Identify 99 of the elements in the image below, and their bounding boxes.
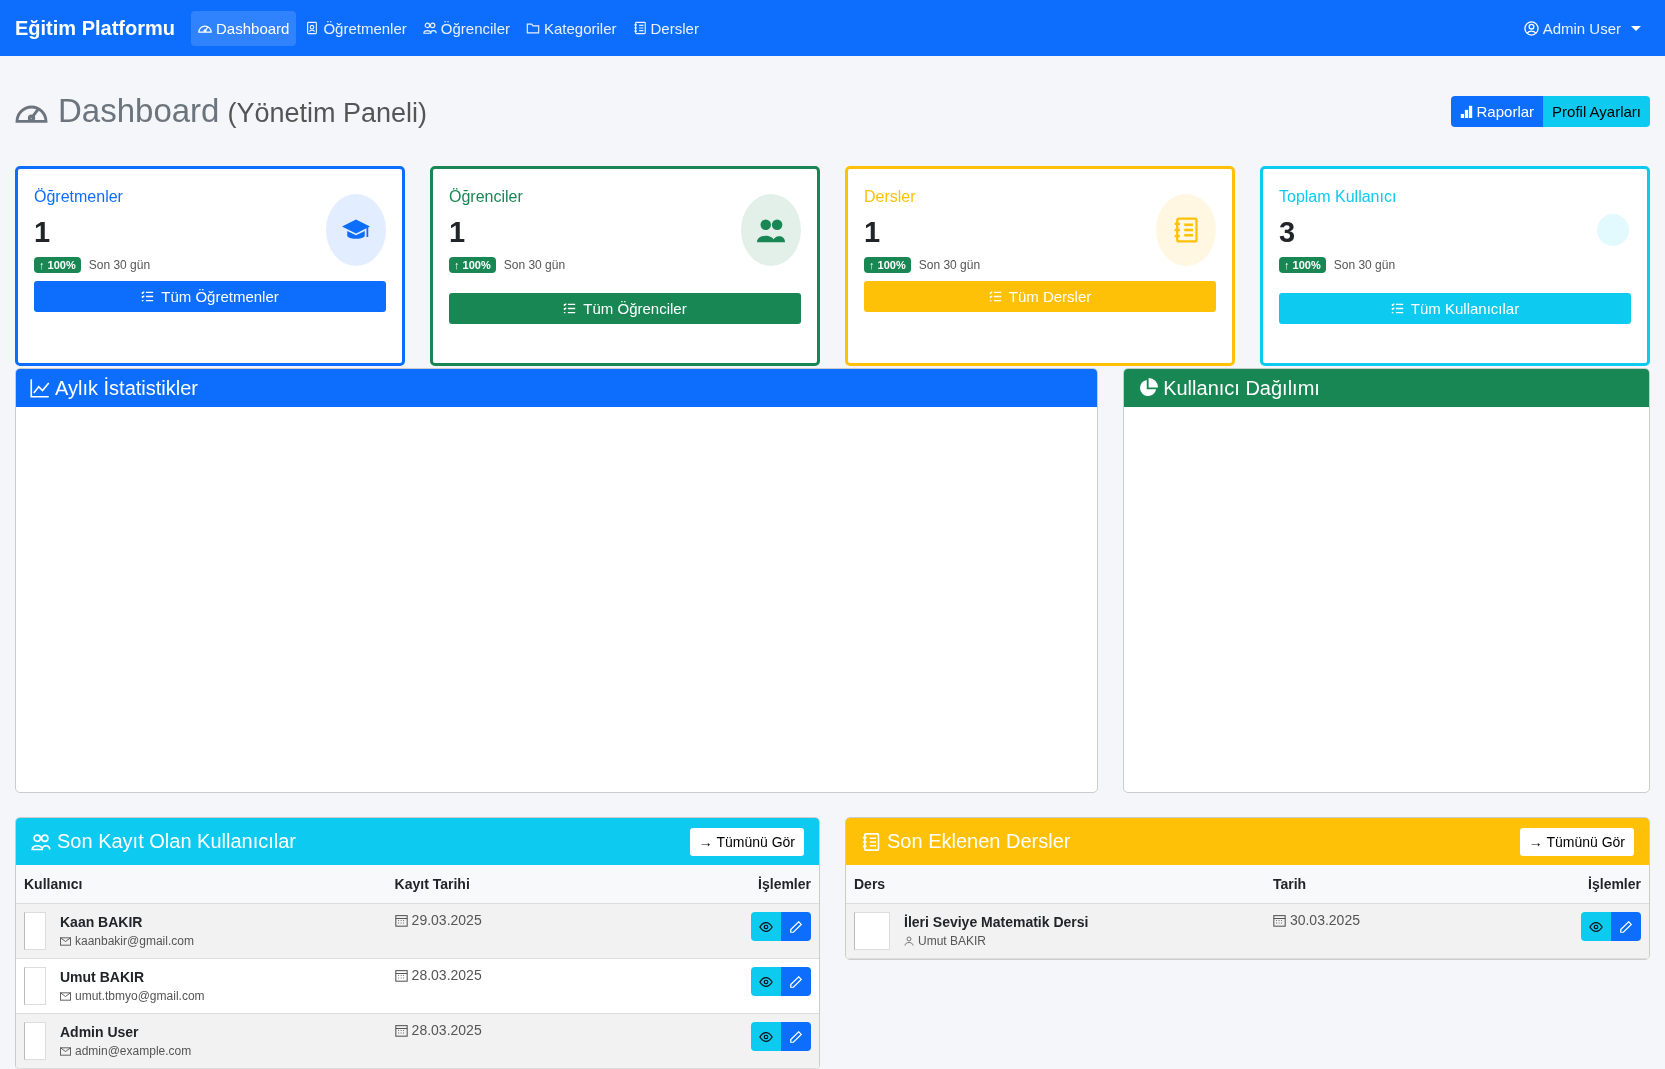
change-badge: ↑ 100% [864,257,911,273]
column-header: İşlemler [675,865,819,904]
course-teacher: Umut BAKIR [918,934,986,948]
user-name: Umut BAKIR [60,969,145,985]
view-button[interactable] [751,967,781,996]
edit-button[interactable] [781,912,811,941]
period-label: Son 30 gün [88,258,151,272]
column-header: Kullanıcı [16,865,387,904]
list-icon [988,290,1002,303]
stat-value: 3 [1279,216,1296,249]
image-placeholder [24,967,46,1005]
column-header: Ders [846,865,1265,904]
view-all-button[interactable]: Tüm Öğrenciler [449,293,801,324]
image-placeholder [24,912,46,950]
stat-title: Öğrenciler [449,188,523,206]
pencil-icon [789,1029,803,1044]
list-icon [563,302,577,315]
column-header: Kayıt Tarihi [386,865,676,904]
brand-title[interactable]: Eğitim Platformu [15,16,175,40]
user-email: kaanbakir@gmail.com [75,934,194,948]
stat-value: 1 [34,216,51,249]
panel-title: Aylık İstatistikler [55,376,198,400]
pencil-icon [789,974,803,989]
gauge-icon [198,23,212,33]
change-badge: ↑ 100% [34,257,81,273]
nav-link[interactable]: Kategoriler [519,10,624,46]
mail-icon [60,991,71,1001]
list-icon [141,290,155,303]
user-circle-icon [1523,20,1539,36]
image-placeholder [854,912,890,950]
course-name: İleri Seviye Matematik Dersi [904,914,1089,930]
user-email: umut.tbmyo@gmail.com [75,989,205,1003]
column-header: Tarih [1264,865,1522,904]
pie-chart-icon [1138,378,1159,398]
nav-link[interactable]: Dashboard [191,10,297,46]
view-button[interactable] [751,1022,781,1051]
stat-title: Toplam Kullanıcı [1279,188,1397,206]
bar-chart-icon [1459,104,1473,118]
list-icon [1390,302,1404,315]
notebook-icon [632,21,647,35]
calendar-icon [394,968,408,982]
people-icon [422,21,437,35]
mail-icon [60,1046,71,1056]
eye-icon [759,974,773,989]
panel-title: Son Eklenen Dersler [887,830,1072,853]
pencil-icon [789,919,803,934]
view-all-button[interactable]: → Tümünü Gör [689,827,804,856]
eye-icon [759,1029,773,1044]
user-email: admin@example.com [75,1044,192,1058]
view-all-button[interactable]: Tüm Öğretmenler [34,281,386,312]
page-subtitle: (Yönetim Paneli) [227,98,428,129]
eye-icon [759,919,773,934]
date-text: 29.03.2025 [411,912,482,928]
view-all-button[interactable]: → Tümünü Gör [1519,827,1634,856]
calendar-icon [1272,913,1286,927]
stat-title: Dersler [864,188,916,206]
page-title: Dashboard [58,92,220,130]
calendar-icon [394,1023,408,1037]
date-text: 30.03.2025 [1289,912,1360,928]
pencil-icon [1619,919,1633,934]
notebook-icon [1172,216,1200,244]
stat-value: 1 [449,216,466,249]
view-button[interactable] [1581,912,1611,941]
period-label: Son 30 gün [1333,258,1396,272]
mail-icon [60,936,71,946]
panel-title: Son Kayıt Olan Kullanıcılar [57,830,297,853]
notebook-icon [861,831,881,852]
profile-settings-button[interactable]: Profil Ayarları [1543,95,1650,127]
stat-title: Öğretmenler [34,188,123,206]
caret-icon [1631,25,1641,31]
people-icon [31,831,51,852]
edit-button[interactable] [781,1022,811,1051]
panel-title: Kullanıcı Dağılımı [1163,376,1320,400]
date-text: 28.03.2025 [411,967,482,983]
stat-value: 1 [864,216,881,249]
reports-button[interactable]: Raporlar [1450,95,1544,127]
nav-link[interactable]: Dersler [625,10,706,46]
folder-icon [526,21,540,35]
nav-link[interactable]: Öğrenciler [415,10,517,46]
image-placeholder [24,1022,46,1060]
nav-link[interactable]: Öğretmenler [298,10,414,46]
user-name: Admin User [60,1024,140,1040]
icon-circle [1597,214,1629,246]
change-badge: ↑ 100% [1279,257,1326,273]
edit-button[interactable] [781,967,811,996]
period-label: Son 30 gün [918,258,981,272]
view-button[interactable] [751,912,781,941]
edit-button[interactable] [1611,912,1641,941]
eye-icon [1589,919,1603,934]
period-label: Son 30 gün [503,258,566,272]
column-header: İşlemler [1521,865,1649,904]
user-menu[interactable]: Admin User [1516,10,1648,46]
change-badge: ↑ 100% [449,257,496,273]
id-badge-icon [305,21,320,35]
date-text: 28.03.2025 [411,1022,482,1038]
line-chart-icon [30,378,50,398]
person-icon [904,936,914,946]
user-name: Kaan BAKIR [60,914,144,930]
calendar-icon [394,913,408,927]
